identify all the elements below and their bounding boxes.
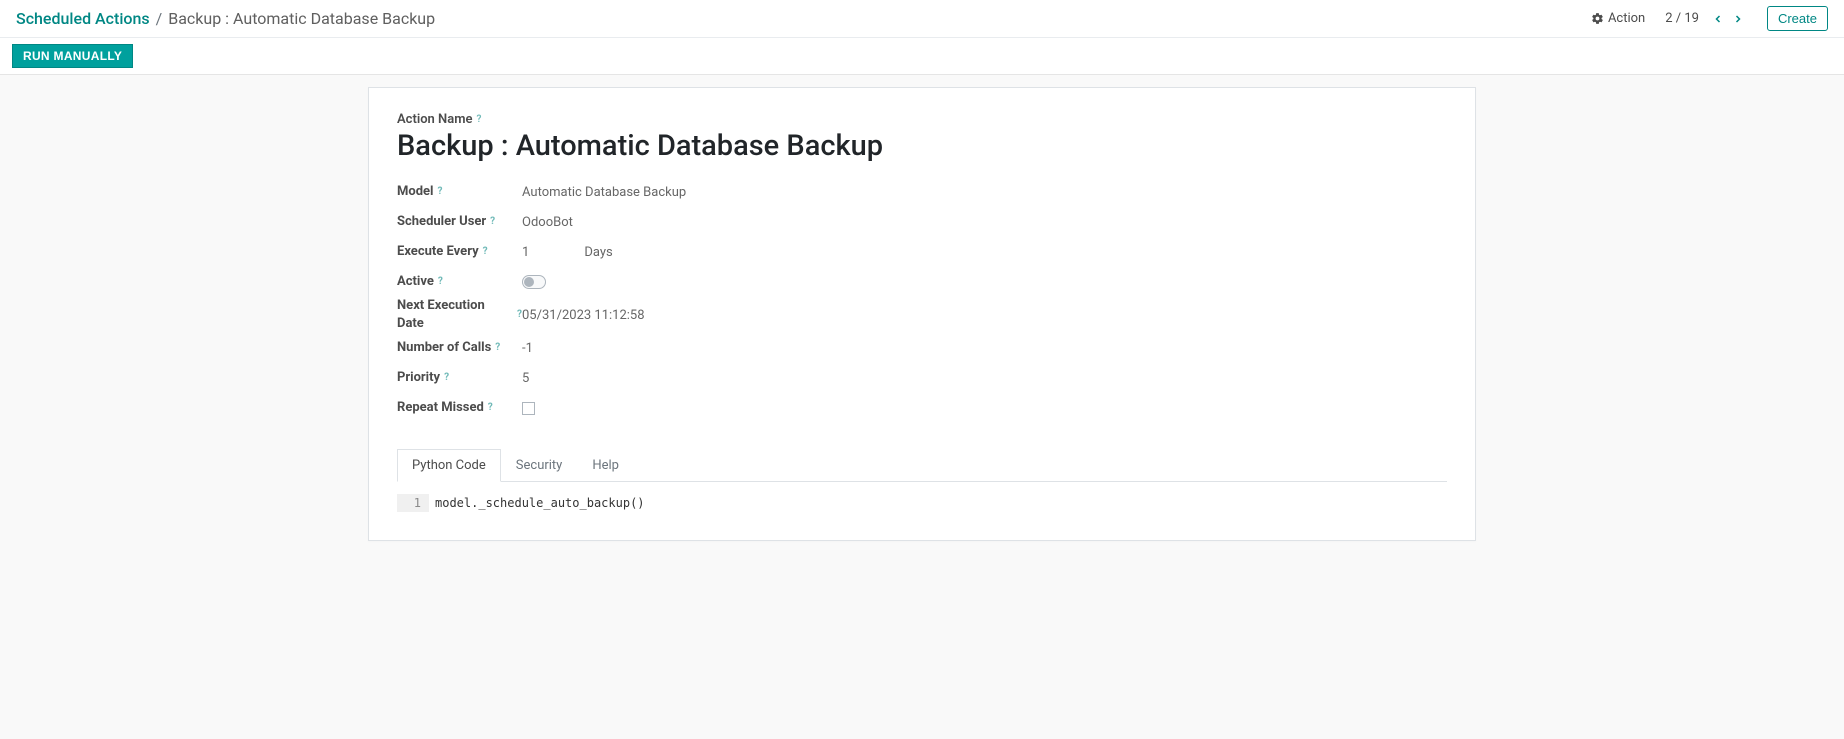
pager-text[interactable]: 2 / 19	[1665, 11, 1699, 26]
row-active: Active ?	[397, 267, 1447, 297]
action-label: Action	[1608, 11, 1645, 26]
create-button[interactable]: Create	[1767, 6, 1828, 31]
label-priority: Priority ?	[397, 369, 522, 387]
pager-next-button[interactable]	[1729, 10, 1747, 28]
tab-code[interactable]: Python Code	[397, 449, 501, 482]
checkbox-repeat[interactable]	[522, 402, 535, 415]
control-bar-right: Action 2 / 19 Create	[1591, 6, 1828, 31]
label-next-text: Next Execution Date	[397, 297, 513, 333]
value-next[interactable]: 05/31/2023 11:12:58	[522, 308, 645, 323]
gear-icon	[1591, 12, 1604, 25]
label-every: Execute Every ?	[397, 243, 522, 261]
row-repeat: Repeat Missed ?	[397, 393, 1447, 423]
label-repeat: Repeat Missed ?	[397, 399, 522, 417]
label-calls-text: Number of Calls	[397, 339, 491, 357]
label-calls: Number of Calls ?	[397, 339, 522, 357]
value-every-number[interactable]: 1	[522, 245, 529, 260]
breadcrumb-root[interactable]: Scheduled Actions	[16, 9, 150, 28]
row-user: Scheduler User ? OdooBot	[397, 207, 1447, 237]
row-next: Next Execution Date ? 05/31/2023 11:12:5…	[397, 297, 1447, 333]
toggle-active[interactable]	[522, 275, 546, 289]
breadcrumb: Scheduled Actions / Backup : Automatic D…	[16, 9, 1591, 28]
action-dropdown[interactable]: Action	[1591, 11, 1645, 26]
label-next: Next Execution Date ?	[397, 297, 522, 333]
page-title: Backup : Automatic Database Backup	[397, 129, 1447, 163]
help-icon[interactable]: ?	[438, 275, 443, 289]
row-priority: Priority ? 5	[397, 363, 1447, 393]
label-repeat-text: Repeat Missed	[397, 399, 484, 417]
label-active: Active ?	[397, 273, 522, 291]
label-active-text: Active	[397, 273, 434, 291]
tab-help[interactable]: Help	[577, 449, 634, 482]
breadcrumb-current: Backup : Automatic Database Backup	[168, 9, 435, 28]
run-manually-button[interactable]: RUN MANUALLY	[12, 44, 133, 68]
help-icon[interactable]: ?	[444, 371, 449, 385]
tabs: Python Code Security Help	[397, 449, 1447, 482]
title-label: Action Name ?	[397, 112, 481, 127]
value-every: 1 Days	[522, 245, 613, 260]
label-model-text: Model	[397, 183, 434, 201]
help-icon[interactable]: ?	[490, 215, 495, 229]
row-model: Model ? Automatic Database Backup	[397, 177, 1447, 207]
label-model: Model ?	[397, 183, 522, 201]
breadcrumb-separator: /	[156, 9, 163, 28]
pager: 2 / 19	[1665, 10, 1747, 28]
tab-security[interactable]: Security	[501, 449, 578, 482]
label-priority-text: Priority	[397, 369, 440, 387]
title-group: Action Name ? Backup : Automatic Databas…	[397, 112, 1447, 163]
label-user-text: Scheduler User	[397, 213, 486, 231]
title-label-text: Action Name	[397, 112, 473, 127]
control-bar: Scheduled Actions / Backup : Automatic D…	[0, 0, 1844, 38]
value-user[interactable]: OdooBot	[522, 215, 573, 230]
help-icon[interactable]: ?	[495, 341, 500, 355]
value-calls[interactable]: -1	[522, 341, 533, 356]
help-icon[interactable]: ?	[488, 401, 493, 415]
sheet-wrapper: Action Name ? Backup : Automatic Databas…	[0, 75, 1844, 581]
help-icon[interactable]: ?	[477, 114, 482, 125]
value-model[interactable]: Automatic Database Backup	[522, 185, 686, 200]
label-user: Scheduler User ?	[397, 213, 522, 231]
row-calls: Number of Calls ? -1	[397, 333, 1447, 363]
form-sheet: Action Name ? Backup : Automatic Databas…	[368, 87, 1476, 541]
value-priority[interactable]: 5	[522, 371, 529, 386]
row-every: Execute Every ? 1 Days	[397, 237, 1447, 267]
code-line[interactable]: model._schedule_auto_backup()	[429, 494, 1447, 512]
help-icon[interactable]: ?	[483, 245, 488, 259]
label-every-text: Execute Every	[397, 243, 479, 261]
value-every-unit[interactable]: Days	[584, 245, 612, 260]
code-editor[interactable]: 1 model._schedule_auto_backup()	[397, 494, 1447, 512]
status-bar: RUN MANUALLY	[0, 38, 1844, 75]
code-gutter: 1	[397, 494, 429, 512]
help-icon[interactable]: ?	[438, 185, 443, 199]
pager-prev-button[interactable]	[1709, 10, 1727, 28]
